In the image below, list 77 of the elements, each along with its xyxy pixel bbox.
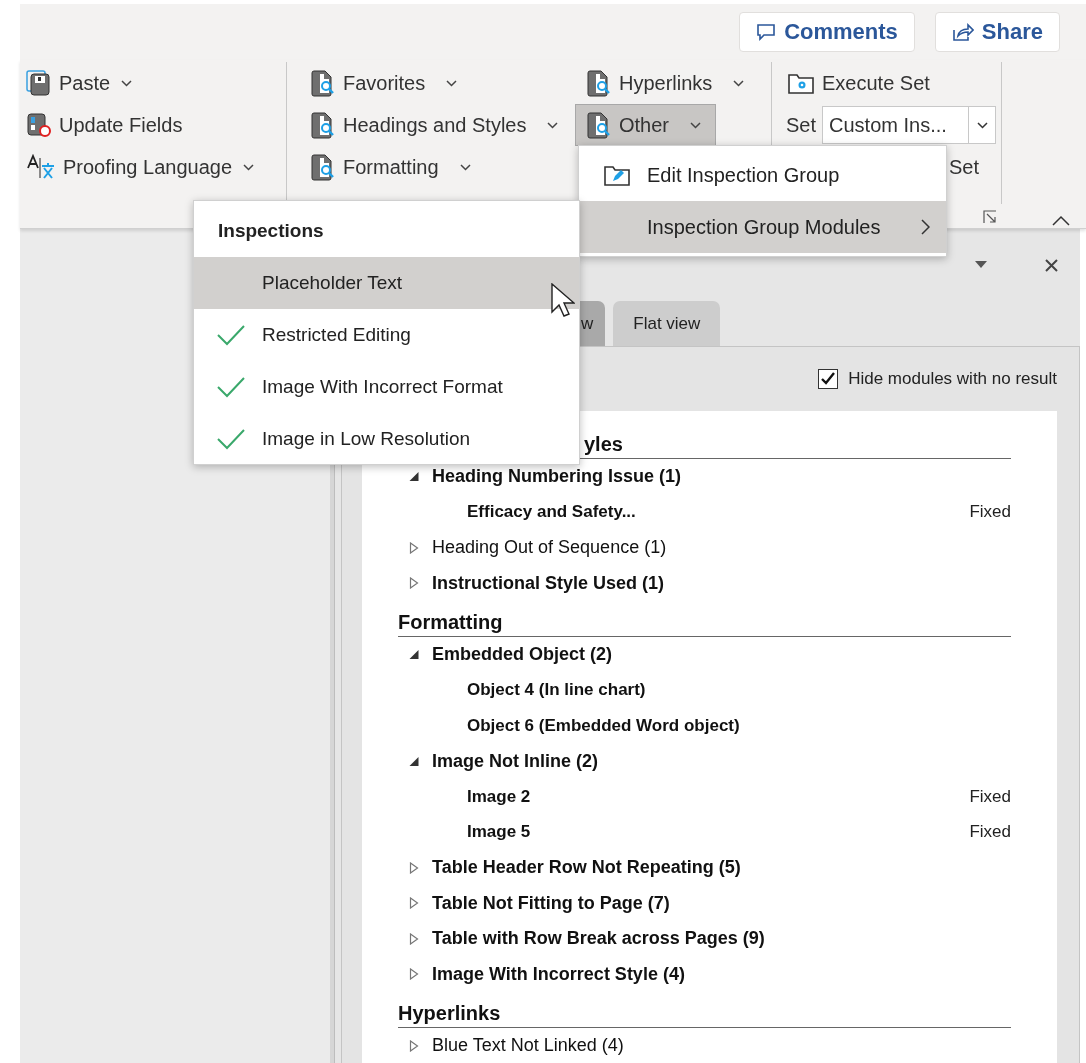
update-fields-icon bbox=[26, 112, 52, 138]
tree-item[interactable]: Table Header Row Not Repeating (5) bbox=[398, 850, 1011, 886]
ribbon-command[interactable]: Formatting bbox=[309, 146, 482, 188]
collapsed-triangle-icon[interactable] bbox=[408, 932, 420, 945]
dropdown-arrow-icon[interactable] bbox=[975, 261, 987, 269]
folder-gear-icon bbox=[787, 71, 815, 95]
folder-pencil-icon bbox=[603, 163, 631, 187]
ribbon-command[interactable]: Hyperlinks bbox=[575, 62, 760, 104]
caret-icon bbox=[243, 163, 255, 171]
collapsed-triangle-icon[interactable] bbox=[408, 1039, 420, 1052]
expanded-triangle-icon[interactable] bbox=[408, 471, 420, 483]
ribbon-command[interactable]: Favorites bbox=[309, 62, 469, 104]
tree-child-row[interactable]: Object 4 (In line chart) bbox=[398, 672, 1011, 708]
set-dropdown[interactable]: Custom Ins... bbox=[822, 106, 997, 144]
collapsed-triangle-icon[interactable] bbox=[408, 861, 420, 874]
menu-item[interactable]: Edit Inspection Group bbox=[579, 149, 946, 201]
mouse-cursor-icon bbox=[551, 283, 575, 317]
language-icon bbox=[26, 154, 56, 180]
checkmark-icon bbox=[216, 428, 246, 450]
ribbon-command[interactable]: Set bbox=[949, 155, 980, 179]
menu-heading: Inspections bbox=[217, 219, 325, 243]
close-icon[interactable] bbox=[1045, 258, 1058, 272]
caret-icon bbox=[733, 79, 745, 87]
checkbox[interactable] bbox=[818, 369, 839, 389]
ribbon-command[interactable]: Paste bbox=[25, 62, 144, 104]
tree-item[interactable]: Table Not Fitting to Page (7) bbox=[398, 885, 1011, 921]
tree-item[interactable]: Table with Row Break across Pages (9) bbox=[398, 921, 1011, 957]
caret-icon bbox=[121, 79, 133, 87]
document-search-icon bbox=[310, 153, 336, 181]
expanded-triangle-icon[interactable] bbox=[408, 649, 420, 661]
section-heading: Formatting bbox=[398, 605, 1011, 637]
menu-item[interactable]: Placeholder Text bbox=[194, 257, 579, 309]
tree-child-row[interactable]: Image 2 Fixed bbox=[398, 779, 1011, 815]
comment-icon bbox=[756, 23, 777, 41]
ribbon-command[interactable]: Other bbox=[575, 104, 717, 146]
collapsed-triangle-icon[interactable] bbox=[408, 577, 420, 590]
dialog-launcher-icon[interactable] bbox=[983, 210, 997, 224]
document-search-icon bbox=[586, 69, 612, 97]
share-icon bbox=[951, 22, 974, 42]
checkmark-icon bbox=[216, 376, 246, 398]
ribbon-command[interactable]: Headings and Styles bbox=[309, 104, 570, 146]
expanded-triangle-icon[interactable] bbox=[408, 755, 420, 767]
ribbon-command[interactable]: Update Fields bbox=[25, 104, 194, 146]
menu-item[interactable]: Inspection Group Modules bbox=[579, 201, 946, 253]
document-search-icon bbox=[310, 69, 336, 97]
section-heading: Hyperlinks bbox=[398, 996, 1011, 1028]
view-tab[interactable]: Flat view bbox=[613, 301, 721, 346]
collapsed-triangle-icon[interactable] bbox=[408, 541, 420, 554]
execute-set-button[interactable]: Execute Set bbox=[786, 62, 941, 104]
tree-item[interactable]: Blue Text Not Linked (4) bbox=[398, 1028, 1011, 1063]
tree-child-row[interactable]: Image 5 Fixed bbox=[398, 814, 1011, 850]
tree-item[interactable]: Image Not Inline (2) bbox=[398, 743, 1011, 779]
menu-item[interactable]: Image With Incorrect Format bbox=[194, 361, 579, 413]
tree-child-row[interactable]: Object 6 (Embedded Word object) bbox=[398, 708, 1011, 744]
clipboard-icon bbox=[26, 70, 52, 96]
tree-child-row[interactable]: Efficacy and Safety... Fixed bbox=[398, 494, 1011, 530]
caret-icon bbox=[446, 79, 458, 87]
collapse-ribbon-icon[interactable] bbox=[1052, 215, 1070, 226]
set-label: Set bbox=[786, 113, 817, 137]
tree-item[interactable]: Heading Out of Sequence (1) bbox=[398, 530, 1011, 566]
document-search-icon bbox=[310, 111, 336, 139]
checkmark-icon bbox=[820, 371, 837, 387]
caret-icon bbox=[547, 121, 559, 129]
caret-icon bbox=[976, 121, 988, 129]
document-search-icon bbox=[586, 111, 612, 139]
caret-icon bbox=[690, 121, 702, 129]
tree-item[interactable]: Instructional Style Used (1) bbox=[398, 565, 1011, 601]
collapsed-triangle-icon[interactable] bbox=[408, 897, 420, 910]
tree-item[interactable]: Embedded Object (2) bbox=[398, 637, 1011, 673]
checkmark-icon bbox=[216, 324, 246, 346]
collapsed-triangle-icon[interactable] bbox=[408, 968, 420, 981]
share-button[interactable]: Share bbox=[934, 12, 1060, 52]
comments-button[interactable]: Comments bbox=[739, 12, 915, 52]
caret-icon bbox=[459, 163, 471, 171]
ribbon-command[interactable]: Proofing Language bbox=[25, 146, 266, 188]
tree-item[interactable]: Image With Incorrect Style (4) bbox=[398, 956, 1011, 992]
chevron-right-icon bbox=[921, 219, 930, 235]
